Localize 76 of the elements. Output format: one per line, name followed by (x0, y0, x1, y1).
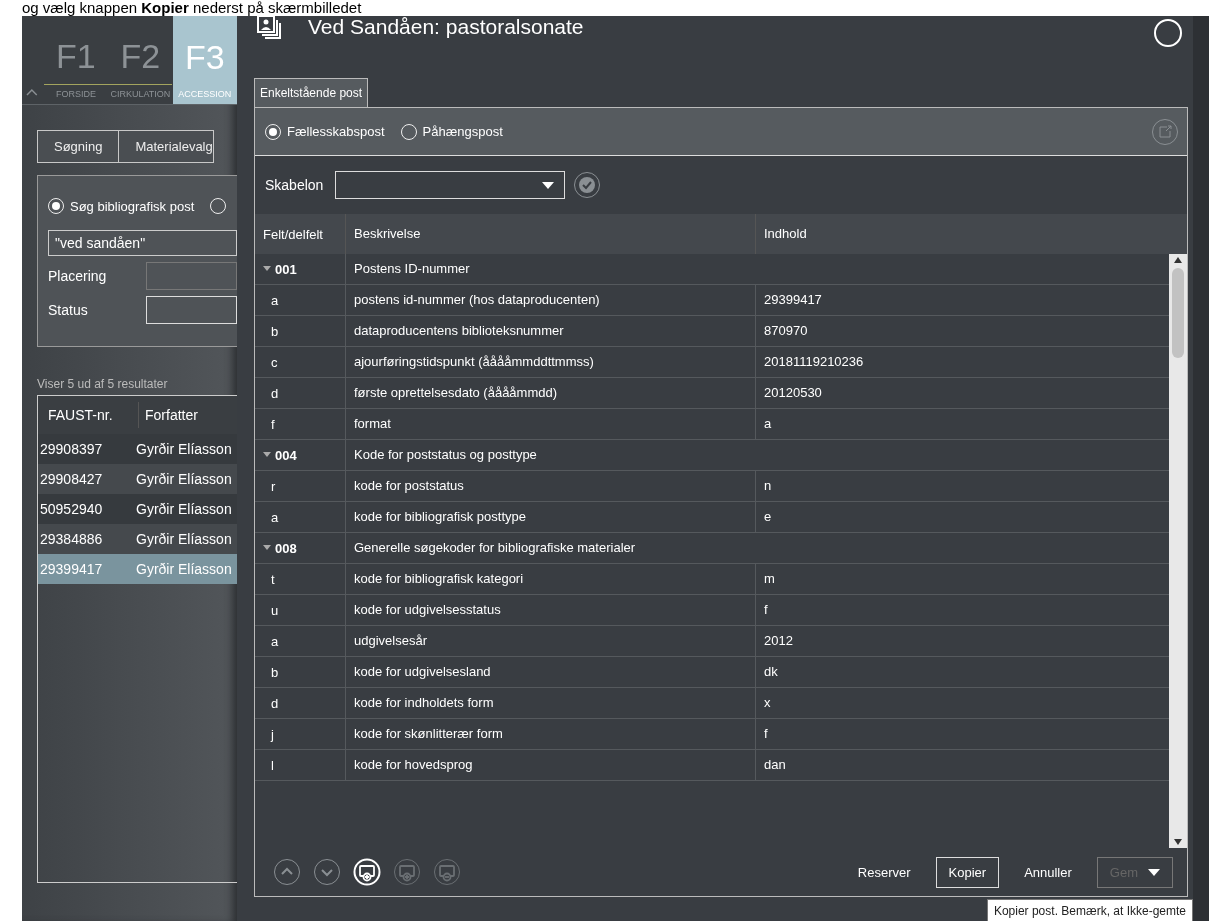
table-cell: kode for indholdets form (345, 688, 755, 718)
tooltip: Kopier post. Bemærk, at Ikke-gemte (986, 899, 1193, 921)
column-header[interactable]: Felt/delfelt (255, 226, 345, 242)
table-cell: kode for skønlitterær form (345, 719, 755, 749)
scrollbar[interactable] (1169, 254, 1187, 848)
column-header[interactable]: Indhold (755, 214, 1169, 254)
expand-toggle-icon[interactable] (263, 264, 271, 273)
table-cell-text: l (270, 757, 275, 773)
field-code: 004 (275, 447, 297, 463)
table-cell: format (345, 409, 755, 439)
scroll-up-icon[interactable] (1173, 256, 1183, 264)
table-cell-text: a (270, 509, 280, 525)
check-circle-icon[interactable] (573, 171, 602, 199)
table-cell-text: d (270, 385, 280, 401)
table-cell-text: c (270, 354, 279, 370)
caret-down-icon (1148, 868, 1160, 876)
table-cell-text: b (270, 323, 280, 339)
result-row[interactable]: 50952940 Gyrðir Elíasson (38, 494, 237, 524)
search-tab[interactable]: Materialevalg (119, 130, 214, 163)
dialog-button[interactable]: Reserver (844, 856, 924, 888)
table-cell: udgivelsesår (345, 626, 755, 656)
table-cell: ajourføringstidspunkt (ååååmmddttmmss) (345, 347, 755, 377)
field-label: Status (48, 302, 89, 318)
result-row[interactable]: 29908427 Gyrðir Elíasson (38, 464, 237, 494)
table-cell: kode for poststatus (345, 471, 755, 501)
search-field[interactable]: "ved sandåen" (48, 230, 237, 256)
caret-down-icon (542, 181, 555, 189)
field-label: Skabelon (265, 177, 324, 193)
photo-stack-icon (256, 14, 282, 40)
radio-label: Søg bibliografisk post (70, 198, 195, 214)
table-cell: første oprettelsesdato (ååååmmdd) (345, 378, 755, 408)
function-tab[interactable]: F2 CIRKULATION (108, 16, 173, 104)
table-cell-text: a (270, 633, 280, 649)
table-cell: kode for bibliografisk posttype (345, 502, 755, 532)
expand-toggle-icon[interactable] (263, 543, 271, 552)
table-cell-text: j (269, 726, 275, 742)
expand-toggle-icon[interactable] (263, 450, 271, 459)
table-cell: kode for udgivelsesstatus (345, 595, 755, 625)
dialog-button[interactable]: Kopier (935, 856, 1000, 888)
template-dropdown[interactable] (335, 171, 566, 199)
caret-up-icon[interactable] (26, 88, 38, 96)
field-code: 001 (275, 261, 297, 277)
dialog-title: Ved Sandåen: pastoralsonate (308, 15, 584, 39)
scrollbar-thumb[interactable] (1172, 268, 1184, 358)
radio-label: Påhængspost (422, 124, 503, 139)
table-cell: dataproducentens biblioteksnummer (345, 316, 755, 346)
table-cell-text: b (270, 664, 280, 680)
table-cell: kode for bibliografisk kategori (345, 564, 755, 594)
function-tab[interactable]: F1 FORSIDE (43, 16, 109, 104)
scroll-down-icon[interactable] (1173, 838, 1183, 846)
result-count: Viser 5 ud af 5 resultater (37, 377, 169, 391)
table-cell: postens id-nummer (hos dataproducenten) (345, 285, 755, 315)
table-cell-text: d (270, 695, 280, 711)
table-cell-text: t (270, 571, 276, 587)
search-tab[interactable]: Søgning (37, 130, 120, 163)
table-cell: kode for udgivelsesland (345, 657, 755, 687)
table-cell: kode for hovedsprog (345, 750, 755, 780)
dialog-button[interactable]: Annuller (1011, 856, 1085, 888)
table-cell: Generelle søgekoder for bibliografiske materialer (345, 533, 755, 563)
column-header[interactable]: Forfatter (139, 407, 198, 423)
result-row[interactable]: 29384886 Gyrðir Elíasson (38, 524, 237, 554)
instruction-text: og vælg knappen Kopier nederst på skærmbilledet (22, 0, 362, 16)
table-cell-text: u (270, 602, 280, 618)
result-row[interactable]: 29908397 Gyrðir Elíasson (38, 434, 237, 464)
table-cell-text: r (270, 478, 277, 494)
close-icon[interactable] (1153, 18, 1183, 48)
table-cell-text: f (270, 416, 276, 432)
table-cell-text: a (270, 292, 280, 308)
field-label: Placering (48, 268, 108, 284)
tab[interactable]: Enkeltstående post (254, 78, 369, 107)
table-cell: Kode for poststatus og posttype (345, 440, 755, 470)
radio-label: Fællesskabspost (287, 124, 385, 139)
column-header[interactable]: Beskrivelse (345, 214, 755, 254)
column-header[interactable]: FAUST-nr. (38, 402, 139, 428)
field-code: 008 (275, 540, 297, 556)
table-cell: Postens ID-nummer (345, 254, 755, 284)
